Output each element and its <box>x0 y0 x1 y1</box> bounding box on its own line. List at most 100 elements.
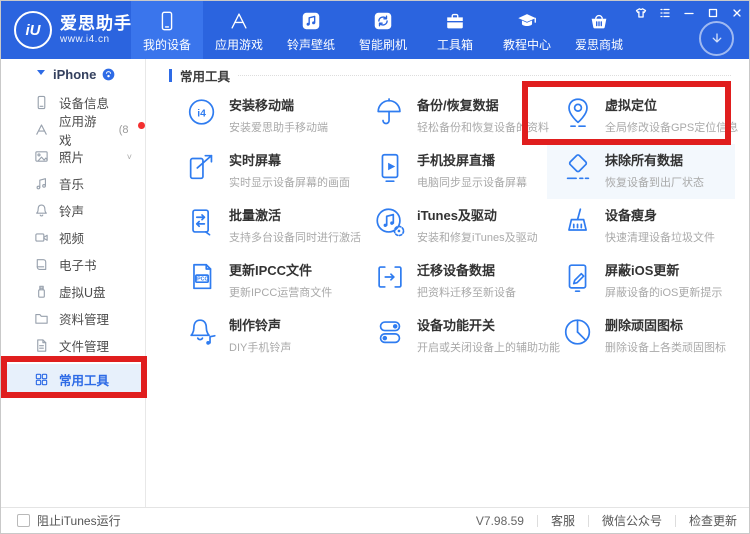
nav-item-mall[interactable]: 爱思商城 <box>563 1 635 59</box>
tool-title: 迁移设备数据 <box>417 260 516 279</box>
sidebar-item-label: 常用工具 <box>59 370 109 389</box>
sidebar-item-music[interactable]: 音乐 <box>1 170 145 197</box>
file-icon <box>34 338 49 353</box>
sidebar: iPhone 设备信息 应用游戏 (8 照片 ˅ 音乐 铃声 <box>1 59 146 509</box>
app-window: iU 爱思助手 www.i4.cn 我的设备 应用游戏 <box>0 0 750 534</box>
video-icon <box>34 230 49 245</box>
download-circle-icon[interactable] <box>699 21 734 56</box>
tool-subtitle: DIY手机铃声 <box>229 339 291 355</box>
tool-feature-toggles[interactable]: 设备功能开关开启或关闭设备上的辅助功能 <box>359 309 547 364</box>
section-title: 常用工具 <box>180 66 230 85</box>
sidebar-item-label: 虚拟U盘 <box>59 282 106 301</box>
app-games-triangle-icon <box>228 10 250 32</box>
wechat-official-link[interactable]: 微信公众号 <box>602 512 662 529</box>
batch-activate-icon <box>185 205 219 239</box>
nav-label: 应用游戏 <box>215 36 263 53</box>
main-content: 常用工具 i4 安装移动端安装爱思助手移动端 备份/恢复数据轻松备份和恢复设备的… <box>147 59 750 509</box>
menu-icon[interactable] <box>659 6 671 18</box>
sidebar-item-app-games[interactable]: 应用游戏 (8 <box>1 116 145 143</box>
nav-item-my-device[interactable]: 我的设备 <box>131 1 203 59</box>
tool-title: 更新IPCC文件 <box>229 260 332 279</box>
sidebar-item-ebook[interactable]: 电子书 <box>1 251 145 278</box>
tool-batch-activate[interactable]: 批量激活支持多台设备同时进行激活 <box>171 199 359 254</box>
tool-screen-mirror[interactable]: 手机投屏直播电脑同步显示设备屏幕 <box>359 144 547 199</box>
sidebar-item-data-manage[interactable]: 资料管理 <box>1 305 145 332</box>
skin-icon[interactable] <box>635 6 647 18</box>
tool-title: 删除顽固图标 <box>605 315 726 334</box>
maximize-icon[interactable] <box>707 6 719 18</box>
section-header: 常用工具 <box>169 67 731 83</box>
i4-logo-icon: iU <box>14 11 52 49</box>
tool-title: 实时屏幕 <box>229 150 350 169</box>
ringtone-wallpaper-icon <box>300 10 322 32</box>
tool-title: 虚拟定位 <box>605 95 738 114</box>
sidebar-item-video[interactable]: 视频 <box>1 224 145 251</box>
sidebar-device-iphone[interactable]: iPhone <box>1 59 145 89</box>
tool-update-ipcc[interactable]: IPCC 更新IPCC文件更新IPCC运营商文件 <box>171 254 359 309</box>
tool-install-mobile[interactable]: i4 安装移动端安装爱思助手移动端 <box>171 89 359 144</box>
tool-title: 备份/恢复数据 <box>417 95 549 114</box>
tool-subtitle: 安装爱思助手移动端 <box>229 119 328 135</box>
tool-erase-all-data[interactable]: 抹除所有数据恢复设备到出厂状态 <box>547 144 735 199</box>
sidebar-item-label: 铃声 <box>59 201 84 220</box>
tool-delete-stubborn-icons[interactable]: 删除顽固图标删除设备上各类顽固图标 <box>547 309 735 364</box>
tool-block-ios-update[interactable]: 屏蔽iOS更新屏蔽设备的iOS更新提示 <box>547 254 735 309</box>
sidebar-item-label: 文件管理 <box>59 336 109 355</box>
tool-title: 抹除所有数据 <box>605 150 704 169</box>
tool-title: 批量激活 <box>229 205 361 224</box>
dotted-divider <box>238 75 731 76</box>
sidebar-item-ringtone[interactable]: 铃声 <box>1 197 145 224</box>
svg-text:i4: i4 <box>197 108 206 119</box>
status-bar: 阻止iTunes运行 V7.98.59 客服 微信公众号 检查更新 <box>1 507 750 533</box>
app-name: 爱思助手 <box>60 15 132 34</box>
tool-title: 安装移动端 <box>229 95 328 114</box>
nav-item-ringtone-wallpaper[interactable]: 铃声壁纸 <box>275 1 347 59</box>
block-itunes-label[interactable]: 阻止iTunes运行 <box>37 512 121 529</box>
chevron-down-icon[interactable]: ˅ <box>127 152 132 162</box>
tool-subtitle: 快速清理设备垃圾文件 <box>605 229 715 245</box>
version-label: V7.98.59 <box>476 514 524 528</box>
tool-backup-restore[interactable]: 备份/恢复数据轻松备份和恢复设备的资料 <box>359 89 547 144</box>
nav-item-app-games[interactable]: 应用游戏 <box>203 1 275 59</box>
folder-icon <box>34 311 49 326</box>
device-info-icon <box>34 95 49 110</box>
sidebar-item-label: 电子书 <box>59 255 97 274</box>
sidebar-item-label: 音乐 <box>59 174 84 193</box>
app-count: (8 <box>119 124 129 136</box>
sidebar-item-common-tools[interactable]: 常用工具 <box>1 364 145 394</box>
check-update-link[interactable]: 检查更新 <box>689 512 737 529</box>
tool-realtime-screen[interactable]: 实时屏幕实时显示设备屏幕的画面 <box>171 144 359 199</box>
device-label: iPhone <box>53 67 96 82</box>
nav-label: 铃声壁纸 <box>287 36 335 53</box>
tools-grid: i4 安装移动端安装爱思助手移动端 备份/恢复数据轻松备份和恢复设备的资料 虚拟… <box>171 89 735 364</box>
sidebar-item-virtual-udisk[interactable]: 虚拟U盘 <box>1 278 145 305</box>
pie-chart-icon <box>561 315 595 349</box>
tool-subtitle: 恢复设备到出厂状态 <box>605 174 704 190</box>
tool-virtual-location[interactable]: 虚拟定位全局修改设备GPS定位信息 <box>547 89 735 144</box>
notification-dot <box>138 122 145 129</box>
music-icon <box>34 176 49 191</box>
divider <box>588 515 589 527</box>
collapse-arrow-icon <box>37 70 45 75</box>
minimize-icon[interactable] <box>683 6 695 18</box>
block-update-icon <box>561 260 595 294</box>
customer-service-link[interactable]: 客服 <box>551 512 575 529</box>
window-controls <box>635 6 743 18</box>
tool-make-ringtone[interactable]: 制作铃声DIY手机铃声 <box>171 309 359 364</box>
sidebar-item-photos[interactable]: 照片 ˅ <box>1 143 145 170</box>
close-icon[interactable] <box>731 6 743 18</box>
nav-item-toolbox[interactable]: 工具箱 <box>419 1 491 59</box>
tool-itunes-driver[interactable]: iTunes及驱动安装和修复iTunes及驱动 <box>359 199 547 254</box>
blue-badge-icon <box>102 68 115 81</box>
app-a-icon <box>34 122 49 137</box>
block-itunes-checkbox[interactable] <box>17 514 30 527</box>
nav-label: 工具箱 <box>437 36 473 53</box>
sidebar-item-label: 视频 <box>59 228 84 247</box>
nav-item-tutorial-center[interactable]: 教程中心 <box>491 1 563 59</box>
nav-item-smart-flash[interactable]: 智能刷机 <box>347 1 419 59</box>
sidebar-item-file-manage[interactable]: 文件管理 <box>1 332 145 359</box>
tool-subtitle: 轻松备份和恢复设备的资料 <box>417 119 549 135</box>
tool-title: 设备功能开关 <box>417 315 560 334</box>
tool-migrate-data[interactable]: 迁移设备数据把资料迁移至新设备 <box>359 254 547 309</box>
tool-device-slim[interactable]: 设备瘦身快速清理设备垃圾文件 <box>547 199 735 254</box>
